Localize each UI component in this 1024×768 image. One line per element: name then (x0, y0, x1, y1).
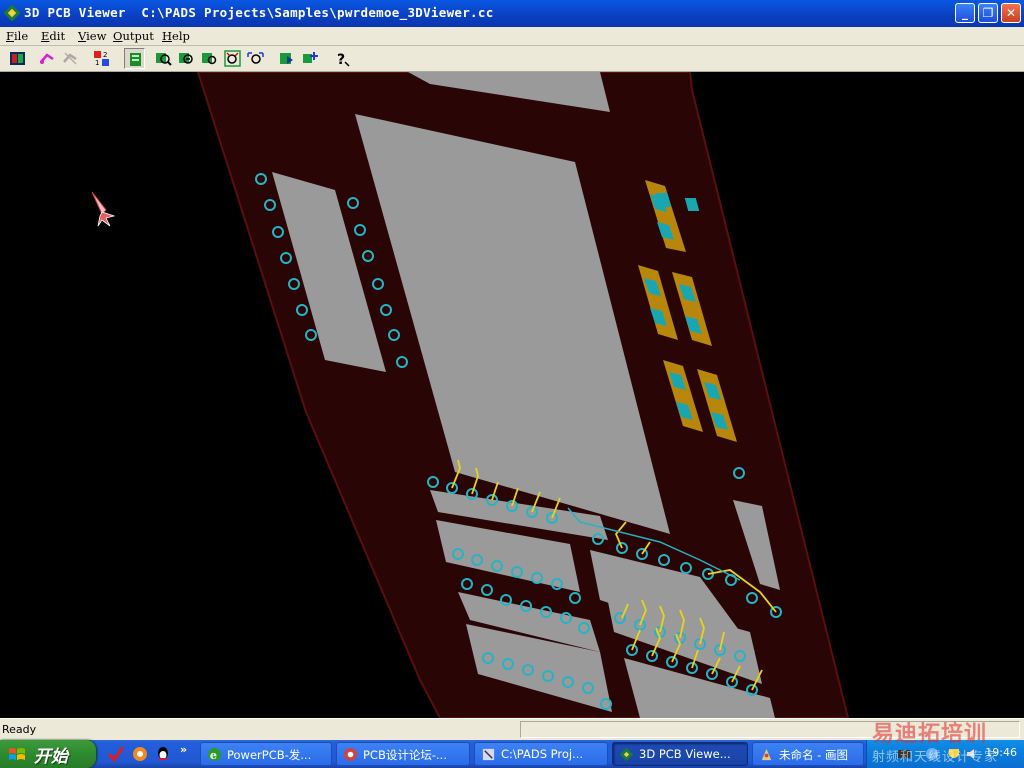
volume-tray-icon[interactable] (965, 747, 979, 761)
quicklaunch-chevron-icon[interactable]: » (180, 743, 187, 756)
zoom-in-icon[interactable] (153, 48, 174, 69)
toolbar: 12 ? (0, 46, 1024, 72)
board-view-icon[interactable] (7, 48, 28, 69)
task-paint[interactable]: 未命名 - 画图 (752, 742, 864, 766)
keyboard-tray-icon[interactable] (897, 747, 911, 761)
menu-file[interactable]: File (6, 29, 28, 43)
start-button[interactable]: 开始 (0, 740, 96, 768)
status-pane (520, 721, 1020, 738)
pcb-board-render (91, 72, 850, 718)
folder-icon (482, 748, 495, 761)
fit-icon[interactable] (300, 48, 321, 69)
start-label: 开始 (34, 747, 68, 767)
menu-bar: File Edit View Output Help (0, 27, 1024, 46)
task-powerpcb[interactable]: e PowerPCB-发... (200, 742, 332, 766)
menu-edit[interactable]: Edit (41, 29, 65, 43)
ie-icon: e (207, 747, 222, 762)
svg-text:1: 1 (95, 59, 99, 67)
app-pcb-icon (4, 5, 20, 21)
rotate-cursor-icon (91, 191, 116, 227)
close-button[interactable]: ✕ (1001, 3, 1021, 23)
svg-text:e: e (210, 748, 217, 762)
maximize-button[interactable]: ❐ (978, 3, 998, 23)
layer-stack-icon[interactable] (124, 48, 145, 69)
task-3d-pcb-viewer[interactable]: 3D PCB Viewe... (612, 742, 748, 766)
route-icon[interactable] (37, 48, 58, 69)
qq-quicklaunch-icon[interactable] (155, 746, 171, 762)
zoom-out-icon[interactable] (176, 48, 197, 69)
zoom-extents-icon[interactable] (222, 48, 243, 69)
pcb-viewer-icon (619, 747, 634, 762)
network-tray-icon[interactable] (925, 747, 939, 761)
checkmark-quicklaunch-icon[interactable] (108, 746, 124, 762)
task-pads-projects[interactable]: C:\PADS Proj... (474, 742, 608, 766)
antivirus-tray-icon[interactable] (947, 747, 961, 761)
window-title: 3D PCB Viewer C:\PADS Projects\Samples\p… (24, 5, 494, 20)
pcb-forum-icon (343, 747, 358, 762)
windows-flag-icon (9, 748, 25, 760)
disabled-route-icon[interactable] (60, 48, 81, 69)
help-icon[interactable]: ? (331, 48, 352, 69)
svg-text:?: ? (337, 52, 345, 67)
pcb-3d-canvas[interactable] (0, 72, 1024, 718)
paint-icon (761, 748, 772, 761)
menu-help[interactable]: Help (162, 29, 190, 43)
rotate-icon[interactable] (276, 48, 297, 69)
taskbar: 开始 » e PowerPCB-发... PCB设计论坛-... C:\PADS… (0, 740, 1024, 768)
system-tray: 19:46 (866, 740, 1024, 768)
zoom-window-icon[interactable] (199, 48, 220, 69)
status-bar: Ready (0, 718, 1024, 741)
status-text: Ready (2, 723, 37, 736)
svg-text:2: 2 (103, 51, 107, 59)
clock: 19:46 (985, 746, 1017, 759)
layer-numbers-icon[interactable]: 12 (91, 48, 112, 69)
pan-icon[interactable] (245, 48, 266, 69)
menu-output[interactable]: Output (113, 29, 154, 43)
menu-view[interactable]: View (78, 29, 106, 43)
media-player-quicklaunch-icon[interactable] (132, 746, 148, 762)
minimize-button[interactable]: _ (955, 3, 975, 23)
title-bar: 3D PCB Viewer C:\PADS Projects\Samples\p… (0, 0, 1024, 27)
task-pcb-forum[interactable]: PCB设计论坛-... (336, 742, 470, 766)
